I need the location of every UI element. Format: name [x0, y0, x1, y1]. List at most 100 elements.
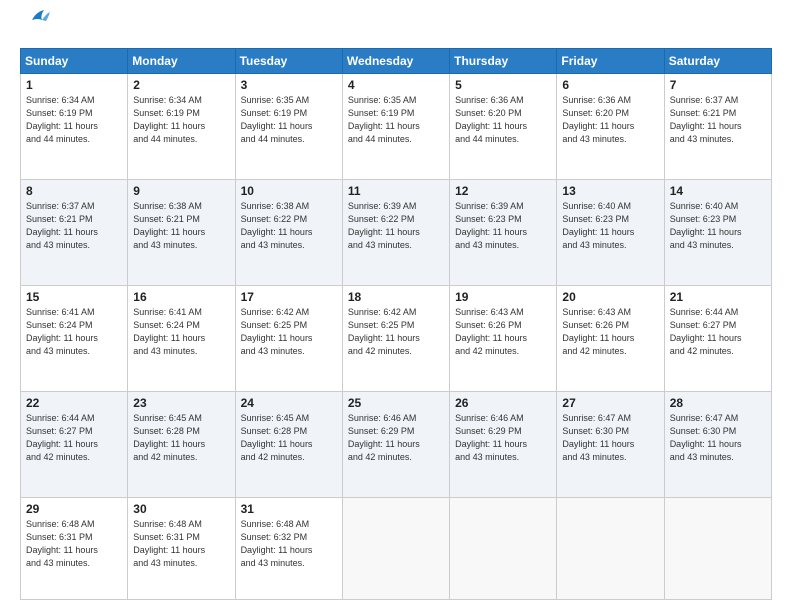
day-info: Sunrise: 6:34 AM Sunset: 6:19 PM Dayligh…: [26, 94, 122, 146]
calendar-cell: 4 Sunrise: 6:35 AM Sunset: 6:19 PM Daylig…: [342, 73, 449, 179]
calendar-cell: 21 Sunrise: 6:44 AM Sunset: 6:27 PM Dayli…: [664, 285, 771, 391]
day-info: Sunrise: 6:48 AM Sunset: 6:31 PM Dayligh…: [26, 518, 122, 570]
day-number: 22: [26, 396, 122, 410]
calendar-cell: 25 Sunrise: 6:46 AM Sunset: 6:29 PM Dayli…: [342, 391, 449, 497]
calendar-cell: 9Sunrise: 6:38 AM Sunset: 6:21 PM Daylig…: [128, 179, 235, 285]
day-number: 24: [241, 396, 337, 410]
day-number: 16: [133, 290, 229, 304]
calendar-cell: 12 Sunrise: 6:39 AM Sunset: 6:23 PM Dayli…: [450, 179, 557, 285]
calendar-cell: 7 Sunrise: 6:37 AM Sunset: 6:21 PM Daylig…: [664, 73, 771, 179]
calendar-cell: 1 Sunrise: 6:34 AM Sunset: 6:19 PM Daylig…: [21, 73, 128, 179]
calendar-body: 1 Sunrise: 6:34 AM Sunset: 6:19 PM Daylig…: [21, 73, 772, 599]
logo-bird-icon: [22, 8, 50, 30]
day-info: Sunrise: 6:39 AM Sunset: 6:22 PM Dayligh…: [348, 200, 444, 252]
day-number: 23: [133, 396, 229, 410]
calendar-cell: 27 Sunrise: 6:47 AM Sunset: 6:30 PM Dayli…: [557, 391, 664, 497]
day-info: Sunrise: 6:45 AM Sunset: 6:28 PM Dayligh…: [133, 412, 229, 464]
calendar-cell: 2 Sunrise: 6:34 AM Sunset: 6:19 PM Daylig…: [128, 73, 235, 179]
day-info: Sunrise: 6:43 AM Sunset: 6:26 PM Dayligh…: [562, 306, 658, 358]
day-number: 29: [26, 502, 122, 516]
calendar-cell: 20Sunrise: 6:43 AM Sunset: 6:26 PM Dayli…: [557, 285, 664, 391]
calendar-cell: 5Sunrise: 6:36 AM Sunset: 6:20 PM Daylig…: [450, 73, 557, 179]
day-info: Sunrise: 6:47 AM Sunset: 6:30 PM Dayligh…: [562, 412, 658, 464]
calendar-cell: 28 Sunrise: 6:47 AM Sunset: 6:30 PM Dayli…: [664, 391, 771, 497]
day-info: Sunrise: 6:36 AM Sunset: 6:20 PM Dayligh…: [562, 94, 658, 146]
day-of-week-row: SundayMondayTuesdayWednesdayThursdayFrid…: [21, 48, 772, 73]
calendar-cell: 18Sunrise: 6:42 AM Sunset: 6:25 PM Dayli…: [342, 285, 449, 391]
day-info: Sunrise: 6:44 AM Sunset: 6:27 PM Dayligh…: [26, 412, 122, 464]
day-number: 6: [562, 78, 658, 92]
calendar-cell: 13 Sunrise: 6:40 AM Sunset: 6:23 PM Dayli…: [557, 179, 664, 285]
day-number: 21: [670, 290, 766, 304]
day-info: Sunrise: 6:35 AM Sunset: 6:19 PM Dayligh…: [241, 94, 337, 146]
day-number: 12: [455, 184, 551, 198]
calendar-cell: 17 Sunrise: 6:42 AM Sunset: 6:25 PM Dayli…: [235, 285, 342, 391]
calendar-cell: 24Sunrise: 6:45 AM Sunset: 6:28 PM Dayli…: [235, 391, 342, 497]
day-number: 2: [133, 78, 229, 92]
day-number: 30: [133, 502, 229, 516]
calendar-cell: 3 Sunrise: 6:35 AM Sunset: 6:19 PM Daylig…: [235, 73, 342, 179]
day-info: Sunrise: 6:39 AM Sunset: 6:23 PM Dayligh…: [455, 200, 551, 252]
day-of-week-header: Tuesday: [235, 48, 342, 73]
day-number: 8: [26, 184, 122, 198]
calendar-cell: 19Sunrise: 6:43 AM Sunset: 6:26 PM Dayli…: [450, 285, 557, 391]
day-info: Sunrise: 6:40 AM Sunset: 6:23 PM Dayligh…: [670, 200, 766, 252]
day-info: Sunrise: 6:48 AM Sunset: 6:32 PM Dayligh…: [241, 518, 337, 570]
day-number: 3: [241, 78, 337, 92]
calendar-cell: [450, 497, 557, 599]
calendar-cell: 10 Sunrise: 6:38 AM Sunset: 6:22 PM Dayli…: [235, 179, 342, 285]
day-info: Sunrise: 6:47 AM Sunset: 6:30 PM Dayligh…: [670, 412, 766, 464]
day-number: 7: [670, 78, 766, 92]
day-number: 14: [670, 184, 766, 198]
day-info: Sunrise: 6:43 AM Sunset: 6:26 PM Dayligh…: [455, 306, 551, 358]
day-number: 1: [26, 78, 122, 92]
day-info: Sunrise: 6:40 AM Sunset: 6:23 PM Dayligh…: [562, 200, 658, 252]
day-number: 5: [455, 78, 551, 92]
calendar-cell: 6 Sunrise: 6:36 AM Sunset: 6:20 PM Daylig…: [557, 73, 664, 179]
day-number: 26: [455, 396, 551, 410]
day-info: Sunrise: 6:46 AM Sunset: 6:29 PM Dayligh…: [348, 412, 444, 464]
header: [20, 18, 772, 38]
day-of-week-header: Wednesday: [342, 48, 449, 73]
day-number: 27: [562, 396, 658, 410]
calendar-cell: 31 Sunrise: 6:48 AM Sunset: 6:32 PM Dayli…: [235, 497, 342, 599]
day-number: 4: [348, 78, 444, 92]
page: SundayMondayTuesdayWednesdayThursdayFrid…: [0, 0, 792, 612]
day-info: Sunrise: 6:35 AM Sunset: 6:19 PM Dayligh…: [348, 94, 444, 146]
day-info: Sunrise: 6:34 AM Sunset: 6:19 PM Dayligh…: [133, 94, 229, 146]
logo: [20, 18, 50, 38]
day-number: 15: [26, 290, 122, 304]
day-number: 25: [348, 396, 444, 410]
calendar-cell: [557, 497, 664, 599]
day-info: Sunrise: 6:38 AM Sunset: 6:21 PM Dayligh…: [133, 200, 229, 252]
day-of-week-header: Saturday: [664, 48, 771, 73]
day-info: Sunrise: 6:37 AM Sunset: 6:21 PM Dayligh…: [26, 200, 122, 252]
calendar-cell: 15 Sunrise: 6:41 AM Sunset: 6:24 PM Dayli…: [21, 285, 128, 391]
day-number: 13: [562, 184, 658, 198]
day-info: Sunrise: 6:42 AM Sunset: 6:25 PM Dayligh…: [241, 306, 337, 358]
day-info: Sunrise: 6:48 AM Sunset: 6:31 PM Dayligh…: [133, 518, 229, 570]
day-number: 10: [241, 184, 337, 198]
day-info: Sunrise: 6:37 AM Sunset: 6:21 PM Dayligh…: [670, 94, 766, 146]
day-info: Sunrise: 6:38 AM Sunset: 6:22 PM Dayligh…: [241, 200, 337, 252]
calendar-cell: 26 Sunrise: 6:46 AM Sunset: 6:29 PM Dayli…: [450, 391, 557, 497]
day-of-week-header: Friday: [557, 48, 664, 73]
day-number: 17: [241, 290, 337, 304]
calendar-cell: 29 Sunrise: 6:48 AM Sunset: 6:31 PM Dayli…: [21, 497, 128, 599]
calendar-cell: [342, 497, 449, 599]
calendar-cell: 30 Sunrise: 6:48 AM Sunset: 6:31 PM Dayli…: [128, 497, 235, 599]
day-number: 31: [241, 502, 337, 516]
calendar-cell: 11Sunrise: 6:39 AM Sunset: 6:22 PM Dayli…: [342, 179, 449, 285]
day-info: Sunrise: 6:46 AM Sunset: 6:29 PM Dayligh…: [455, 412, 551, 464]
day-number: 18: [348, 290, 444, 304]
day-number: 28: [670, 396, 766, 410]
day-info: Sunrise: 6:41 AM Sunset: 6:24 PM Dayligh…: [26, 306, 122, 358]
day-info: Sunrise: 6:44 AM Sunset: 6:27 PM Dayligh…: [670, 306, 766, 358]
day-of-week-header: Sunday: [21, 48, 128, 73]
day-of-week-header: Monday: [128, 48, 235, 73]
calendar-cell: 23 Sunrise: 6:45 AM Sunset: 6:28 PM Dayli…: [128, 391, 235, 497]
calendar-table: SundayMondayTuesdayWednesdayThursdayFrid…: [20, 48, 772, 600]
calendar-cell: 16Sunrise: 6:41 AM Sunset: 6:24 PM Dayli…: [128, 285, 235, 391]
calendar-cell: [664, 497, 771, 599]
day-of-week-header: Thursday: [450, 48, 557, 73]
